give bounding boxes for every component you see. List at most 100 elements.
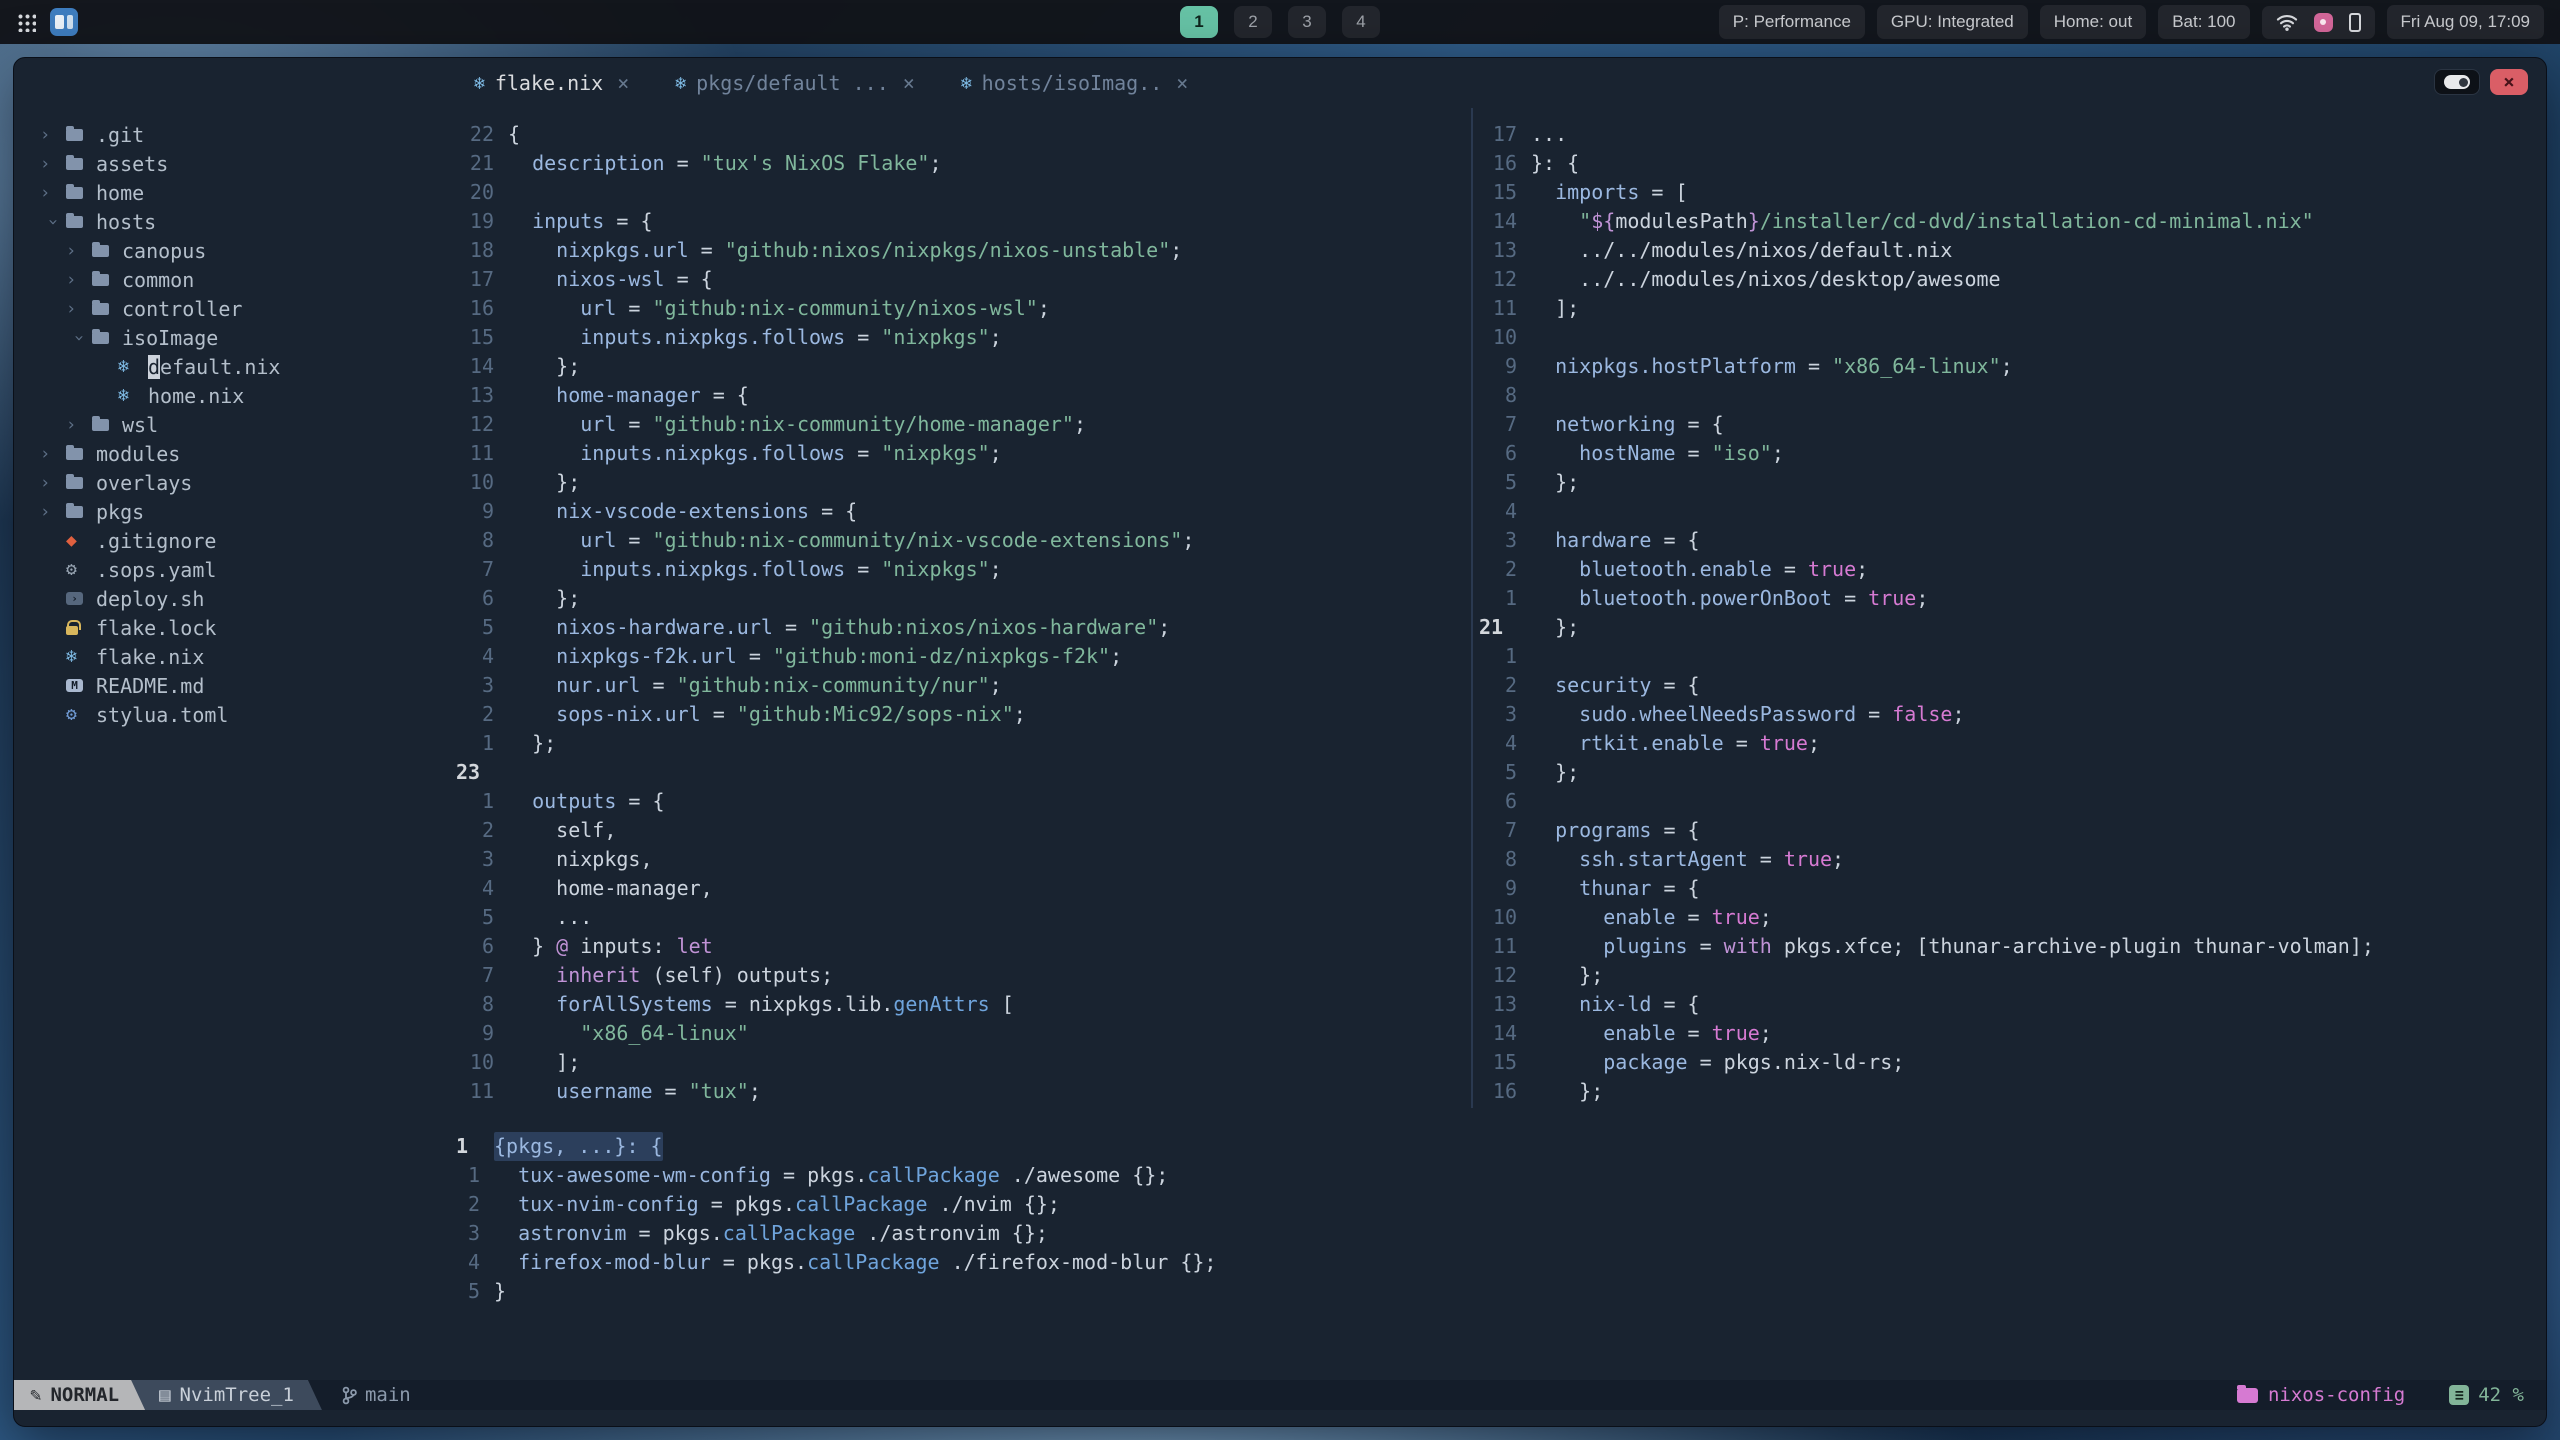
layout-indicator-icon[interactable] xyxy=(50,8,78,36)
nvim-main-area: › .git › assets › home › hosts › canopus › common › c… xyxy=(14,108,2546,1380)
close-button[interactable]: × xyxy=(2490,69,2528,95)
tab-hosts-isoImag-[interactable]: ❄ hosts/isoImag.. × xyxy=(961,71,1189,95)
chevron-right-icon: › xyxy=(66,269,77,290)
tree-item-label: canopus xyxy=(122,238,207,263)
code-line: 2 security = { xyxy=(1473,671,2546,700)
line-number: 11 xyxy=(469,1079,494,1103)
bufferline: ❄ flake.nix × ❄ pkgs/default ... × ❄ hosts/isoI… xyxy=(14,58,2546,108)
code-line: 2 bluetooth.enable = true; xyxy=(1473,555,2546,584)
file-tree[interactable]: › .git › assets › home › hosts › canopus › common › c… xyxy=(14,108,450,1380)
tree-item--sops-yaml[interactable]: ⚙ .sops.yaml xyxy=(14,555,450,584)
current-line-number: 1 xyxy=(456,1134,469,1158)
line-number: 3 xyxy=(481,847,494,871)
tree-item-hosts[interactable]: › hosts xyxy=(14,207,450,236)
code-text: inputs.nixpkgs.follows = "nixpkgs"; xyxy=(580,325,1002,349)
code-line: 5 nixos-hardware.url = "github:nixos/nix… xyxy=(450,613,1471,642)
code-text: sudo.wheelNeedsPassword = false; xyxy=(1579,702,1965,726)
workspace-button-2[interactable]: 2 xyxy=(1234,6,1272,38)
editor-left[interactable]: 22{21 description = "tux's NixOS Flake";… xyxy=(450,108,1471,1108)
code-line: 1 {pkgs, ...}: { xyxy=(450,1132,2546,1161)
tree-item-label: .git xyxy=(96,122,145,147)
tree-item-label: wsl xyxy=(122,412,159,437)
folder-icon xyxy=(66,154,96,170)
tree-item-pkgs[interactable]: › pkgs xyxy=(14,497,450,526)
tree-item-label: hosts xyxy=(96,209,157,234)
code-text: } xyxy=(494,1279,507,1303)
tree-item-assets[interactable]: › assets xyxy=(14,149,450,178)
tab-close-icon[interactable]: × xyxy=(1176,71,1188,95)
tree-item-label: README.md xyxy=(96,673,205,698)
tab-pkgs-default-[interactable]: ❄ pkgs/default ... × xyxy=(675,71,915,95)
indicator-icon[interactable] xyxy=(2313,12,2333,32)
line-number: 3 xyxy=(1504,528,1517,552)
tree-item-overlays[interactable]: › overlays xyxy=(14,468,450,497)
tree-item--git[interactable]: › .git xyxy=(14,120,450,149)
line-number: 9 xyxy=(1504,354,1517,378)
folder-icon xyxy=(92,415,122,431)
tree-item-canopus[interactable]: › canopus xyxy=(14,236,450,265)
code-text: }; xyxy=(1531,615,1580,639)
mode-icon: ✎ xyxy=(30,1384,42,1406)
code-text: }; xyxy=(508,354,581,378)
code-text: nixpkgs-f2k.url = "github:moni-dz/nixpkg… xyxy=(556,644,1123,668)
line-number: 5 xyxy=(481,905,494,929)
tree-item-README-md[interactable]: M README.md xyxy=(14,671,450,700)
tab-close-icon[interactable]: × xyxy=(617,71,629,95)
code-line: 5 ... xyxy=(450,903,1471,932)
tree-item-controller[interactable]: › controller xyxy=(14,294,450,323)
code-text: ... xyxy=(1531,122,1568,146)
code-line: 1 xyxy=(1473,642,2546,671)
line-number: 13 xyxy=(469,383,494,407)
tree-item-deploy-sh[interactable]: › deploy.sh xyxy=(14,584,450,613)
tree-item-modules[interactable]: › modules xyxy=(14,439,450,468)
workspace-button-3[interactable]: 3 xyxy=(1288,6,1326,38)
code-line: 10 enable = true; xyxy=(1473,903,2546,932)
line-number: 7 xyxy=(481,963,494,987)
editor-bottom[interactable]: 1 {pkgs, ...}: {1 tux-awesome-wm-config =… xyxy=(450,1108,2546,1380)
app-launcher-icon[interactable] xyxy=(16,12,36,32)
code-text: }; xyxy=(1531,760,1580,784)
tab-flake-nix[interactable]: ❄ flake.nix × xyxy=(474,71,629,95)
tray-icons-pill xyxy=(2261,5,2375,39)
line-number: 1 xyxy=(481,731,494,755)
line-number: 2 xyxy=(481,702,494,726)
code-text: username = "tux"; xyxy=(556,1079,761,1103)
workspace-button-1[interactable]: 1 xyxy=(1180,6,1218,38)
tree-item-isoImage[interactable]: › isoImage xyxy=(14,323,450,352)
code-line: 2 self, xyxy=(450,816,1471,845)
line-number: 2 xyxy=(467,1192,480,1216)
buffer-label: NvimTree_1 xyxy=(179,1384,294,1406)
line-number: 5 xyxy=(1504,470,1517,494)
workspace-list: 1234 xyxy=(1180,6,1380,38)
line-number: 4 xyxy=(1504,731,1517,755)
tab-title: pkgs/default ... xyxy=(696,71,889,95)
code-line: 14 enable = true; xyxy=(1473,1019,2546,1048)
tree-item-common[interactable]: › common xyxy=(14,265,450,294)
code-line: 12 }; xyxy=(1473,961,2546,990)
code-line: 1 outputs = { xyxy=(450,787,1471,816)
code-line: 15 inputs.nixpkgs.follows = "nixpkgs"; xyxy=(450,323,1471,352)
code-line: 16}: { xyxy=(1473,149,2546,178)
tree-item-flake-lock[interactable]: flake.lock xyxy=(14,613,450,642)
code-text: url = "github:nix-community/nix-vscode-e… xyxy=(580,528,1195,552)
toggle-button[interactable] xyxy=(2434,69,2480,95)
tree-item--gitignore[interactable]: ◆ .gitignore xyxy=(14,526,450,555)
tree-item-default-nix[interactable]: ❄ default.nix xyxy=(14,352,450,381)
code-text: ../../modules/nixos/desktop/awesome xyxy=(1531,267,2001,291)
line-number: 20 xyxy=(469,180,494,204)
tree-item-home[interactable]: › home xyxy=(14,178,450,207)
tree-item-stylua-toml[interactable]: ⚙ stylua.toml xyxy=(14,700,450,729)
editor-right[interactable]: 17... 16}: {15 imports = [14 "${modulesPa… xyxy=(1471,108,2546,1108)
tree-item-home-nix[interactable]: ❄ home.nix xyxy=(14,381,450,410)
status-pill: GPU: Integrated xyxy=(1876,5,2028,39)
tab-close-icon[interactable]: × xyxy=(903,71,915,95)
terminal-icon: › xyxy=(66,592,96,605)
line-number: 11 xyxy=(1492,934,1517,958)
tree-item-wsl[interactable]: › wsl xyxy=(14,410,450,439)
code-text: programs = { xyxy=(1555,818,1700,842)
tree-item-flake-nix[interactable]: ❄ flake.nix xyxy=(14,642,450,671)
workspace-button-4[interactable]: 4 xyxy=(1342,6,1380,38)
line-number: 12 xyxy=(1492,963,1517,987)
code-line: 3 nixpkgs, xyxy=(450,845,1471,874)
code-line: 4 xyxy=(1473,497,2546,526)
